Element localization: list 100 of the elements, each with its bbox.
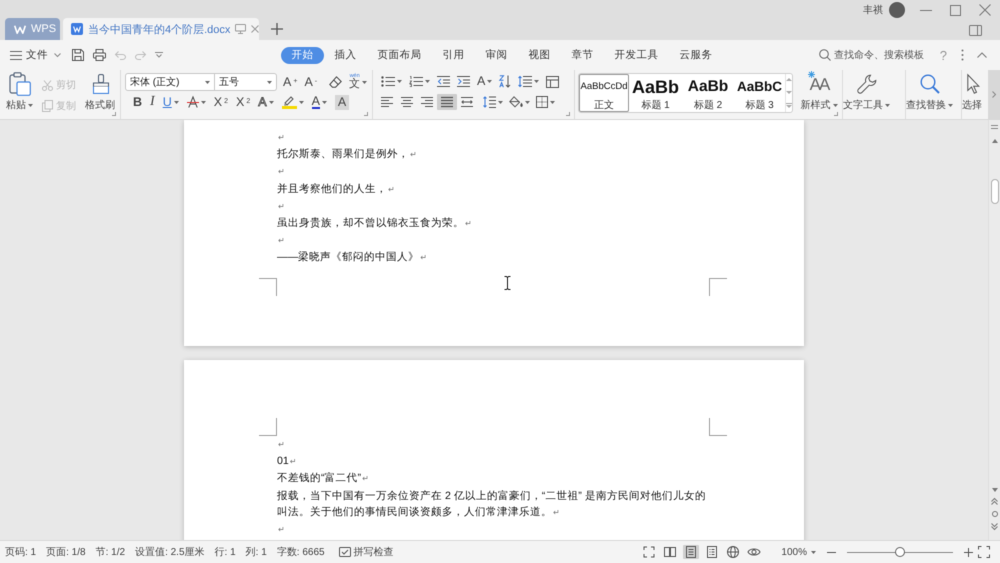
user-name[interactable]: 丰祺 xyxy=(863,3,883,17)
globe-icon[interactable] xyxy=(725,545,742,559)
ribbon-scroll-bar[interactable] xyxy=(988,70,1000,119)
fit-window-icon[interactable] xyxy=(978,546,990,558)
more-icon[interactable] xyxy=(961,49,964,61)
slider-thumb[interactable] xyxy=(895,547,905,557)
text-effects-button[interactable]: A xyxy=(258,96,274,108)
strikethrough-icon[interactable] xyxy=(186,96,199,108)
italic-button[interactable]: I xyxy=(150,95,155,110)
bold-button[interactable]: B xyxy=(133,96,142,108)
maximize-icon[interactable] xyxy=(950,4,961,16)
plus-icon[interactable] xyxy=(964,548,973,556)
table-icon[interactable] xyxy=(546,76,560,88)
menu-icon[interactable] xyxy=(10,50,22,60)
document-icon[interactable] xyxy=(71,23,83,35)
search-icon[interactable] xyxy=(920,74,940,94)
caret-down-icon[interactable] xyxy=(200,100,206,104)
font-color-button[interactable]: A xyxy=(312,96,327,109)
search-field[interactable]: 查找命令、搜索模板 xyxy=(818,48,924,62)
ribbon-tab[interactable]: 视图 xyxy=(518,46,561,64)
browse-object-icon[interactable] xyxy=(992,511,998,517)
caret-down-icon[interactable] xyxy=(811,550,816,554)
zoom-level-button[interactable]: 100% xyxy=(781,546,816,558)
caret-down-icon[interactable] xyxy=(267,80,272,84)
ribbon-tab[interactable]: 审阅 xyxy=(475,46,518,64)
underline-button[interactable]: U xyxy=(162,96,179,108)
font-name-field[interactable]: 宋体 (正文) xyxy=(125,73,215,91)
borders-icon[interactable] xyxy=(536,96,548,108)
caret-down-icon[interactable] xyxy=(948,104,953,106)
sort-icon[interactable] xyxy=(499,75,512,88)
two-page-view-icon[interactable] xyxy=(662,545,678,559)
character-scale-button[interactable]: A xyxy=(477,75,492,88)
caret-down-icon[interactable] xyxy=(28,104,33,106)
highlighter-icon[interactable] xyxy=(282,95,297,110)
dialog-launcher-icon[interactable] xyxy=(364,112,368,116)
sparkle-icon[interactable] xyxy=(808,71,815,78)
eraser-icon[interactable] xyxy=(329,76,342,88)
ribbon-tab[interactable]: 开发工具 xyxy=(604,46,669,64)
caret-down-icon[interactable] xyxy=(487,80,492,83)
numbered-list-icon[interactable] xyxy=(409,76,423,87)
shrink-font-button[interactable]: A$^{-}$ xyxy=(304,76,318,88)
caret-down-icon[interactable] xyxy=(525,100,530,104)
decrease-indent-icon[interactable] xyxy=(437,76,450,87)
caret-down-icon[interactable] xyxy=(298,100,304,104)
caret-down-icon[interactable] xyxy=(322,100,327,104)
save-icon[interactable] xyxy=(72,49,84,61)
scrollbar-thumb[interactable] xyxy=(990,179,998,204)
paint-bucket-icon[interactable] xyxy=(509,96,523,108)
down-arrow-icon[interactable] xyxy=(992,488,998,492)
caret-down-icon[interactable] xyxy=(425,80,430,83)
style-option[interactable]: AaBbC 标题 3 xyxy=(734,74,785,112)
dialog-launcher-icon[interactable] xyxy=(566,112,570,116)
dialog-launcher-icon[interactable] xyxy=(834,112,838,116)
paintbrush-icon[interactable] xyxy=(92,74,110,94)
ribbon-tab[interactable]: 页面布局 xyxy=(367,46,432,64)
ribbon-tab[interactable]: 引用 xyxy=(432,46,475,64)
caret-down-icon[interactable] xyxy=(205,80,210,84)
page-view-icon[interactable] xyxy=(683,545,700,559)
superscript-button[interactable]: X$^{2}$ xyxy=(214,96,228,108)
bullet-list-icon[interactable] xyxy=(381,76,395,87)
print-icon[interactable] xyxy=(93,49,106,61)
chevron-right-icon[interactable] xyxy=(992,91,996,98)
clipboard-icon[interactable] xyxy=(8,72,30,96)
dialog-launcher-icon[interactable] xyxy=(112,112,116,116)
style-option[interactable]: AaBb 标题 1 xyxy=(629,74,682,112)
line-spacing-icon[interactable] xyxy=(483,96,496,108)
plus-icon[interactable] xyxy=(271,23,283,35)
find-replace-button[interactable]: 查找替换 xyxy=(906,70,953,119)
avatar[interactable] xyxy=(889,2,905,18)
caret-down-icon[interactable] xyxy=(268,100,274,104)
caret-down-icon[interactable] xyxy=(362,80,368,84)
chevron-down-icon[interactable] xyxy=(54,53,61,57)
next-page-icon[interactable] xyxy=(991,523,998,530)
new-style-button[interactable]: AA 新样式 xyxy=(797,70,841,111)
caret-down-icon[interactable] xyxy=(174,100,179,104)
caret-down-icon[interactable] xyxy=(498,100,503,104)
zoom-slider[interactable] xyxy=(847,547,953,557)
chevron-up-icon[interactable] xyxy=(977,52,987,58)
spell-check-button[interactable]: 拼写检查 xyxy=(338,545,394,559)
close-icon[interactable] xyxy=(979,4,991,16)
caret-down-icon[interactable] xyxy=(550,100,555,104)
close-icon[interactable] xyxy=(251,25,260,33)
caret-down-icon[interactable] xyxy=(397,80,402,83)
caret-down-icon[interactable] xyxy=(534,80,540,83)
caret-down-icon[interactable] xyxy=(885,104,890,106)
spell-check-icon[interactable] xyxy=(338,547,351,557)
monitor-icon[interactable] xyxy=(235,24,246,34)
paragraph-spacing-icon[interactable] xyxy=(518,76,532,87)
sidebar-icon[interactable] xyxy=(969,25,982,36)
style-option[interactable]: AaBbCcDd 正文 xyxy=(579,74,629,112)
character-shading-button[interactable]: A xyxy=(334,95,350,110)
document-tab[interactable]: 当今中国青年的4个阶层.docx xyxy=(63,18,259,40)
style-option[interactable]: AaBb 标题 2 xyxy=(682,74,734,112)
format-painter-button[interactable]: 格式刷 xyxy=(85,70,117,119)
search-icon[interactable] xyxy=(818,49,831,61)
up-arrow-icon[interactable] xyxy=(992,139,998,143)
ribbon-tab[interactable]: 云服务 xyxy=(669,46,723,64)
text-tools-button[interactable]: 文字工具 xyxy=(843,70,890,119)
increase-indent-icon[interactable] xyxy=(457,76,470,87)
paste-button[interactable]: 粘贴 xyxy=(6,70,33,119)
